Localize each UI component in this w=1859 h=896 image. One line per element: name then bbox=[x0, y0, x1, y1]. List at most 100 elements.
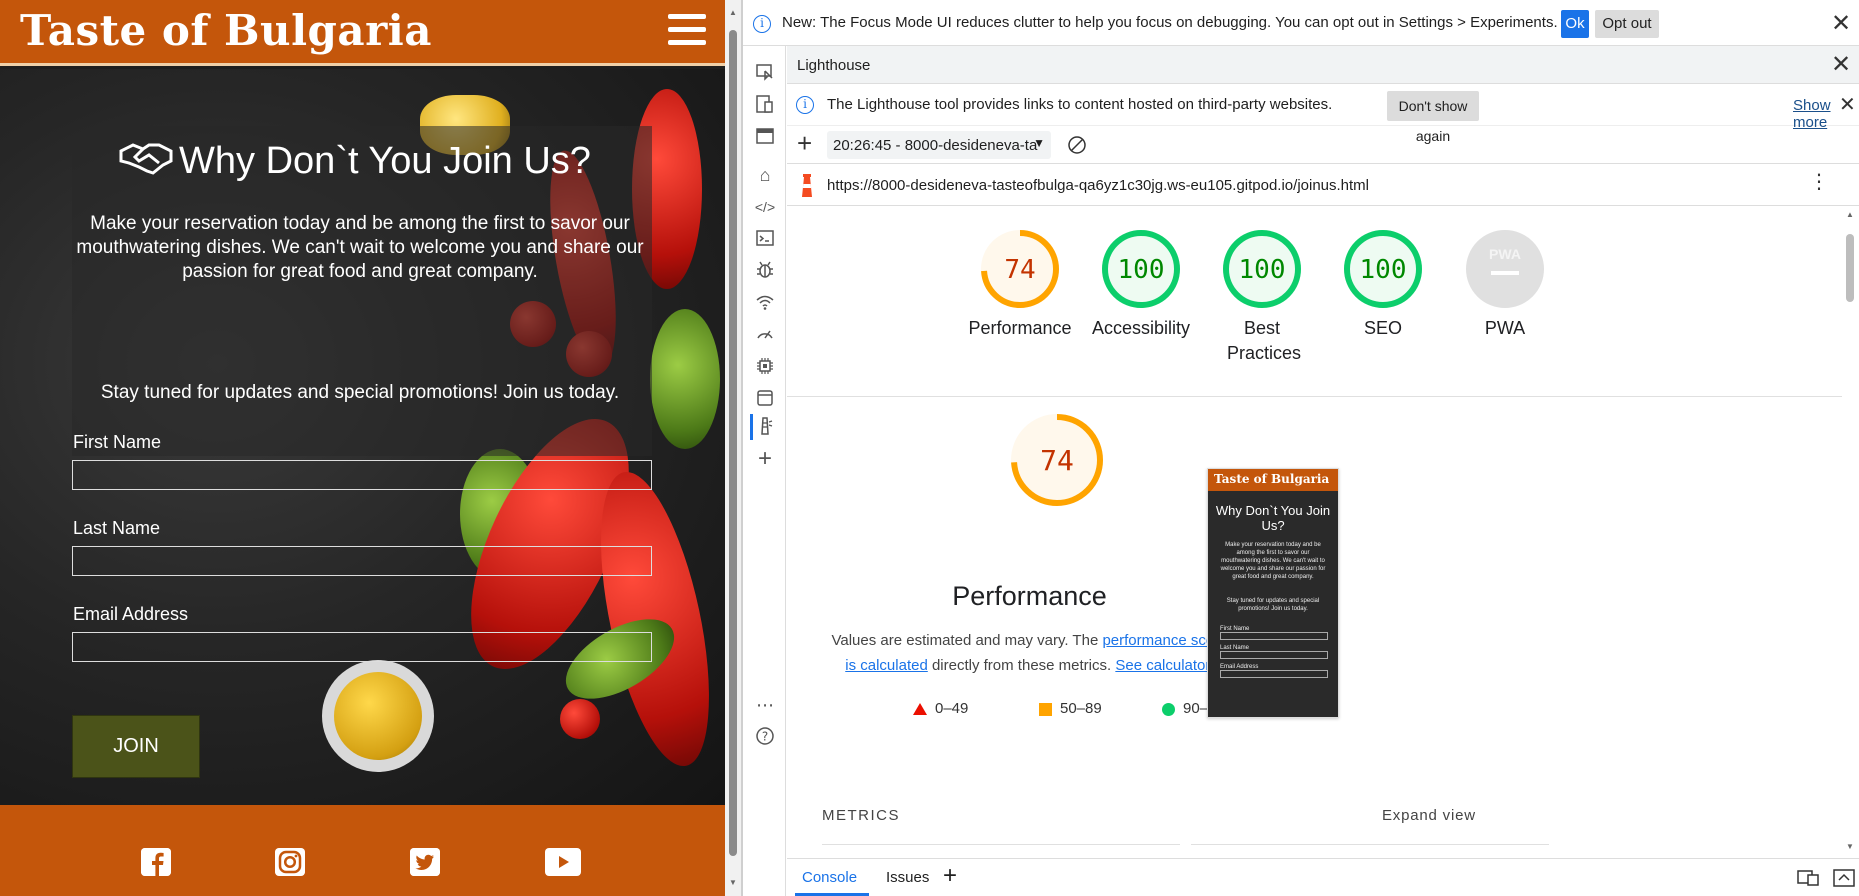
scroll-up-arrow-icon[interactable]: ▲ bbox=[729, 8, 737, 17]
thumbnail-header: Taste of Bulgaria bbox=[1208, 469, 1338, 491]
performance-heading: Performance bbox=[952, 581, 1107, 611]
score-gauge-performance[interactable]: 74 Performance bbox=[960, 228, 1080, 341]
email-field[interactable] bbox=[72, 632, 652, 662]
metrics-heading: METRICS bbox=[822, 807, 900, 824]
score-gauge-best-practices[interactable]: 100 Best Practices bbox=[1202, 228, 1322, 366]
metrics-divider bbox=[1191, 844, 1549, 845]
facebook-icon[interactable] bbox=[141, 848, 171, 876]
score-gauge-pwa[interactable]: PWA PWA bbox=[1445, 228, 1565, 341]
tomato-decoration bbox=[560, 699, 600, 739]
gauge-label: Accessibility bbox=[1091, 318, 1191, 338]
close-info-icon[interactable]: ✕ bbox=[1839, 93, 1856, 117]
more-options-icon[interactable]: ⋯ bbox=[754, 694, 776, 716]
thumbnail-field bbox=[1220, 670, 1328, 678]
thumbnail-field bbox=[1220, 651, 1328, 659]
intro-text: Make your reservation today and be among… bbox=[76, 213, 644, 282]
performance-big-gauge[interactable]: 74 bbox=[1009, 412, 1105, 513]
scroll-down-arrow-icon[interactable]: ▼ bbox=[1846, 842, 1854, 851]
gauge-score: 74 bbox=[1040, 444, 1074, 477]
window-icon[interactable] bbox=[754, 126, 776, 148]
banner-message: New: The Focus Mode UI reduces clutter t… bbox=[782, 14, 1558, 31]
email-label: Email Address bbox=[73, 604, 189, 624]
gauge-score: 100 bbox=[1118, 255, 1165, 285]
application-icon[interactable] bbox=[754, 388, 776, 410]
page-title: Why Don`t You Join Us? bbox=[0, 140, 710, 185]
info-icon: i bbox=[796, 96, 814, 114]
inspect-element-icon[interactable] bbox=[754, 62, 776, 84]
final-screenshot-thumbnail[interactable]: Taste of Bulgaria Why Don`t You Join Us?… bbox=[1207, 468, 1339, 718]
clear-reports-icon[interactable] bbox=[1067, 135, 1087, 159]
console-icon[interactable] bbox=[754, 228, 776, 250]
tab-console[interactable]: Console bbox=[802, 869, 857, 886]
gauge-holder: 100 bbox=[1323, 228, 1443, 310]
memory-chip-icon[interactable] bbox=[754, 356, 776, 378]
scroll-down-arrow-icon[interactable]: ▼ bbox=[729, 878, 737, 887]
dont-show-again-button[interactable]: Don't show again bbox=[1387, 91, 1479, 144]
close-banner-icon[interactable]: ✕ bbox=[1831, 12, 1851, 36]
lighthouse-toolbar: + 20:26:45 - 8000-desideneva-ta ▼ bbox=[787, 126, 1859, 164]
report-scrollbar-thumb[interactable] bbox=[1846, 234, 1854, 302]
network-wifi-icon[interactable] bbox=[754, 292, 776, 314]
elements-code-icon[interactable]: </> bbox=[754, 196, 776, 218]
tab-issues[interactable]: Issues bbox=[886, 869, 929, 886]
report-menu-icon[interactable]: ⋮ bbox=[1809, 172, 1829, 192]
see-calculator-link[interactable]: See calculator. bbox=[1115, 657, 1213, 674]
info-icon: i bbox=[753, 15, 771, 33]
gauge-holder: 74 bbox=[960, 228, 1080, 310]
gauge-ring: 100 bbox=[1223, 230, 1301, 308]
report-url-bar: https://8000-desideneva-tasteofbulga-qa6… bbox=[787, 164, 1859, 206]
expand-view-button[interactable]: Expand view bbox=[1382, 807, 1476, 824]
opt-out-button[interactable]: Opt out bbox=[1595, 10, 1659, 38]
youtube-icon[interactable] bbox=[545, 848, 581, 876]
add-tab-plus-icon[interactable]: + bbox=[943, 862, 957, 890]
average-square-icon bbox=[1039, 702, 1052, 716]
scroll-up-arrow-icon[interactable]: ▲ bbox=[1846, 210, 1854, 219]
oil-bowl-decoration bbox=[322, 660, 434, 772]
site-viewport: Taste of Bulgaria Why Don`t You Join Us?… bbox=[0, 0, 725, 896]
gauge-ring: 74 bbox=[981, 230, 1059, 308]
hamburger-menu-icon[interactable] bbox=[668, 14, 706, 46]
handshake-icon bbox=[119, 141, 173, 185]
gauge-label: Best Practices bbox=[1227, 318, 1302, 363]
site-scrollbar[interactable]: ▲ ▼ bbox=[725, 0, 741, 896]
gauge-ring: 100 bbox=[1102, 230, 1180, 308]
twitter-icon[interactable] bbox=[410, 848, 440, 876]
report-scrollbar[interactable]: ▲ ▼ bbox=[1842, 206, 1859, 858]
device-toolbar-icon[interactable] bbox=[754, 94, 776, 116]
ok-button[interactable]: Ok bbox=[1561, 10, 1589, 38]
sources-bug-icon[interactable] bbox=[754, 260, 776, 282]
new-report-plus-icon[interactable]: + bbox=[797, 128, 812, 159]
close-panel-icon[interactable]: ✕ bbox=[1831, 53, 1851, 77]
third-party-info-bar: i The Lighthouse tool provides links to … bbox=[787, 84, 1859, 144]
title-text: Why Don`t You Join Us? bbox=[179, 140, 591, 182]
brand-logo[interactable]: Taste of Bulgaria bbox=[20, 6, 432, 55]
fail-triangle-icon bbox=[913, 703, 927, 716]
focus-mode-banner: i New: The Focus Mode UI reduces clutter… bbox=[743, 0, 1859, 46]
home-icon[interactable]: ⌂ bbox=[754, 164, 776, 186]
gauge-holder: 100 bbox=[1202, 228, 1322, 310]
thumbnail-promo: Stay tuned for updates and special promo… bbox=[1226, 598, 1320, 612]
dock-drawer-icon[interactable] bbox=[1797, 869, 1819, 891]
first-name-field[interactable] bbox=[72, 460, 652, 490]
gauge-ring: 74 bbox=[1011, 414, 1103, 506]
divider bbox=[787, 396, 1842, 397]
instagram-icon[interactable] bbox=[275, 848, 305, 876]
score-gauge-accessibility[interactable]: 100 Accessibility bbox=[1081, 228, 1201, 341]
score-gauge-seo[interactable]: 100 SEO bbox=[1323, 228, 1443, 341]
site-header: Taste of Bulgaria bbox=[0, 0, 725, 66]
more-tools-plus-icon[interactable]: + bbox=[754, 447, 776, 471]
report-select[interactable]: 20:26:45 - 8000-desideneva-ta ▼ bbox=[827, 131, 1051, 159]
performance-gauge-icon[interactable] bbox=[754, 324, 776, 346]
lighthouse-report: 74 Performance 100 Accessibility 100 Best Pra… bbox=[787, 206, 1842, 858]
gauge-track bbox=[1466, 230, 1544, 308]
legend-average-label: 50–89 bbox=[1060, 700, 1102, 717]
gauge-score: 100 bbox=[1360, 255, 1407, 285]
lighthouse-icon[interactable] bbox=[754, 416, 776, 438]
join-button[interactable]: JOIN bbox=[72, 715, 200, 778]
collapse-drawer-icon[interactable] bbox=[1833, 869, 1855, 891]
help-icon[interactable]: ? bbox=[754, 726, 776, 748]
site-footer bbox=[0, 805, 725, 896]
site-scrollbar-thumb[interactable] bbox=[729, 30, 737, 856]
report-url[interactable]: https://8000-desideneva-tasteofbulga-qa6… bbox=[827, 177, 1369, 194]
last-name-field[interactable] bbox=[72, 546, 652, 576]
